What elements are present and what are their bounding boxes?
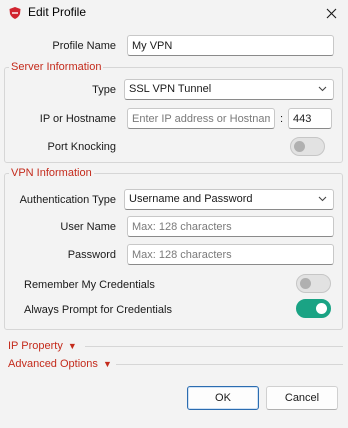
password-label: Password xyxy=(67,249,116,261)
port-separator: : xyxy=(280,113,284,125)
port-knocking-toggle[interactable] xyxy=(290,137,325,156)
cancel-button[interactable]: Cancel xyxy=(266,386,338,410)
port-knocking-label: Port Knocking xyxy=(47,141,116,153)
title-bar: Edit Profile xyxy=(0,0,348,26)
type-select[interactable]: SSL VPN Tunnel xyxy=(124,79,334,100)
auth-type-value: Username and Password xyxy=(129,193,253,205)
auth-type-select[interactable]: Username and Password xyxy=(124,189,334,210)
user-name-label: User Name xyxy=(60,221,116,233)
always-prompt-toggle[interactable] xyxy=(296,299,331,318)
chevron-down-icon xyxy=(318,86,327,92)
close-icon xyxy=(326,8,336,18)
vpn-information-title: VPN Information xyxy=(9,167,94,179)
window-title: Edit Profile xyxy=(28,5,87,19)
divider xyxy=(116,364,343,365)
profile-name-label: Profile Name xyxy=(52,40,116,52)
type-select-value: SSL VPN Tunnel xyxy=(129,83,212,95)
host-input[interactable] xyxy=(127,108,275,129)
advanced-options-expander[interactable]: Advanced Options ▼ xyxy=(8,358,112,371)
divider xyxy=(85,346,343,347)
profile-name-input[interactable] xyxy=(127,35,334,56)
user-name-input[interactable] xyxy=(127,216,334,237)
close-button[interactable] xyxy=(314,0,348,26)
expand-arrow-icon: ▼ xyxy=(102,359,112,369)
remember-credentials-toggle[interactable] xyxy=(296,274,331,293)
app-shield-icon xyxy=(9,7,21,19)
remember-credentials-label: Remember My Credentials xyxy=(24,279,155,291)
ip-property-expander[interactable]: IP Property ▼ xyxy=(8,340,77,353)
auth-type-label: Authentication Type xyxy=(19,194,116,206)
port-input[interactable] xyxy=(288,108,332,129)
type-label: Type xyxy=(92,84,116,96)
password-input[interactable] xyxy=(127,244,334,265)
chevron-down-icon xyxy=(318,196,327,202)
server-information-title: Server Information xyxy=(9,61,104,73)
advanced-options-label: Advanced Options xyxy=(8,358,98,370)
always-prompt-label: Always Prompt for Credentials xyxy=(24,304,172,316)
host-label: IP or Hostname xyxy=(39,113,116,125)
ip-property-label: IP Property xyxy=(8,340,63,352)
ok-button[interactable]: OK xyxy=(187,386,259,410)
expand-arrow-icon: ▼ xyxy=(67,341,77,351)
